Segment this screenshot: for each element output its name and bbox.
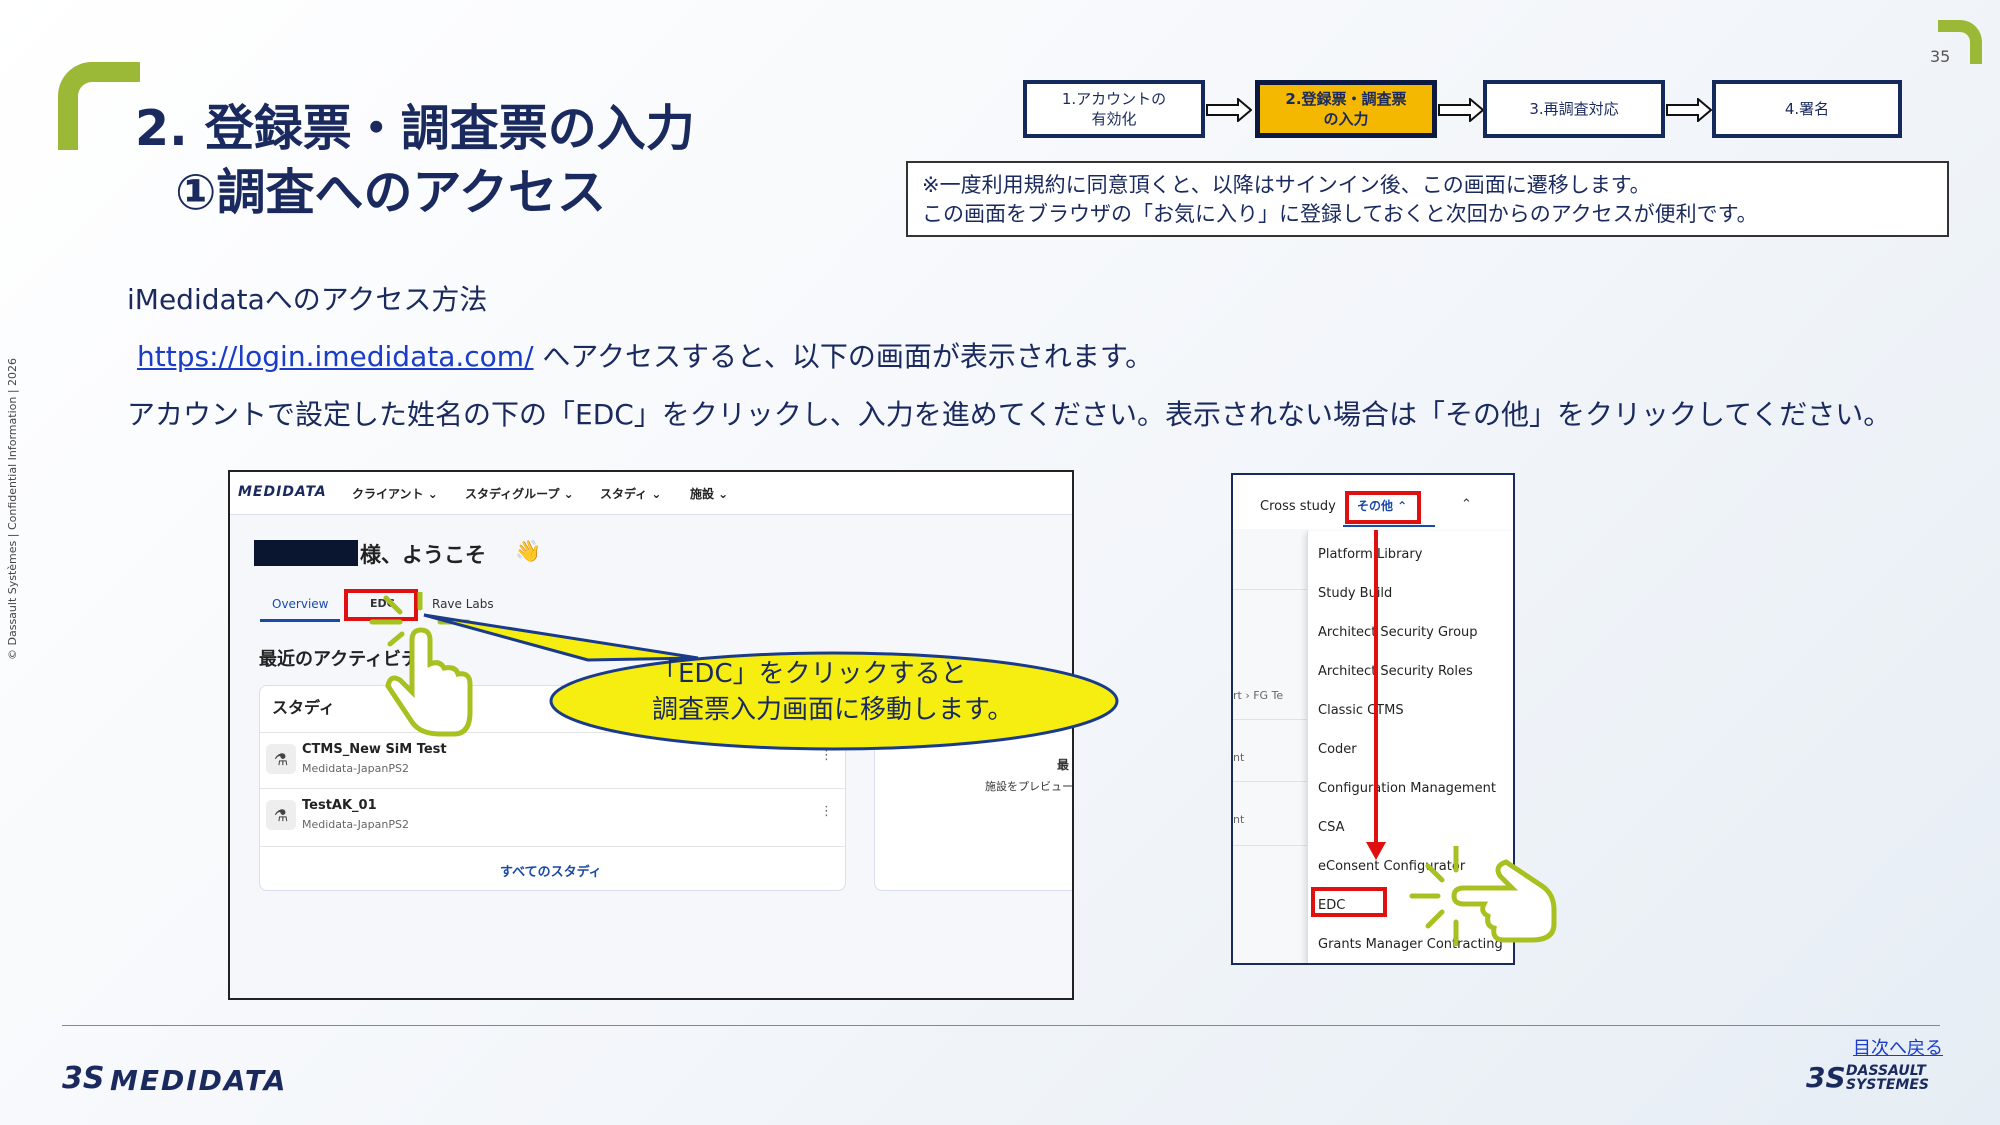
left-panel: rt › FG Te nt nt	[1233, 529, 1309, 963]
note-box: ※一度利用規約に同意頂くと、以降はサインイン後、この画面に遷移します。 この画面…	[906, 161, 1949, 237]
flow-arrow-1	[1206, 98, 1252, 122]
menu-item-csa[interactable]: CSA	[1318, 820, 1344, 835]
flow-arrow-3	[1666, 98, 1712, 122]
nav-site[interactable]: 施設 ⌄	[690, 485, 728, 502]
flask-icon: ⚗	[266, 744, 296, 774]
step-1-line2: 有効化	[1091, 110, 1137, 128]
other-tab[interactable]: その他 ⌃	[1357, 497, 1407, 514]
medidata-logo[interactable]: MEDIDATA	[238, 484, 327, 500]
dassault-line1: DASSAULT	[1846, 1063, 1926, 1079]
step-1-box: 1.アカウントの 有効化	[1023, 80, 1205, 138]
nav-study[interactable]: スタディ ⌄	[600, 485, 661, 502]
edc-menu-highlight	[1311, 887, 1387, 917]
redacted-name	[254, 540, 358, 566]
left-divider	[1233, 589, 1309, 590]
dassault-line2: SYSTEMES	[1846, 1077, 1929, 1093]
left-divider	[1233, 845, 1309, 846]
step-1-line1: 1.アカウントの	[1061, 90, 1167, 108]
footer-medidata-logo: MEDIDATA	[110, 1064, 288, 1097]
svg-text:3S: 3S	[62, 1061, 104, 1094]
menu-item-architect-security-roles[interactable]: Architect Security Roles	[1318, 664, 1473, 679]
footer-divider	[62, 1025, 1940, 1026]
all-studies-link[interactable]: すべてのスタディ	[500, 861, 602, 880]
step-2-line2: の入力	[1323, 110, 1369, 128]
study-card-title: スタディ	[272, 698, 335, 717]
left-divider	[1233, 719, 1309, 720]
step-2-line1: 2.登録票・調査票	[1285, 90, 1407, 108]
row-divider	[260, 788, 845, 789]
step-4-label: 4.署名	[1784, 100, 1830, 118]
access-heading: iMedidataへのアクセス方法	[127, 283, 488, 316]
menu-item-configuration-management[interactable]: Configuration Management	[1318, 781, 1496, 796]
menu-item-classic-ctms[interactable]: Classic CTMS	[1318, 703, 1404, 718]
left-fragment-2: nt	[1233, 751, 1245, 764]
access-link-paragraph: https://login.imedidata.com/ へアクセスすると、以下…	[137, 335, 1153, 375]
3ds-logo-mark: 3S	[62, 1061, 104, 1094]
tab-underline	[260, 619, 340, 622]
callout-line1: 「EDC」をクリックすると	[652, 659, 967, 689]
corner-bracket-top-left	[58, 62, 140, 150]
note-line2: この画面をブラウザの「お気に入り」に登録しておくと次回からのアクセスが便利です。	[922, 202, 1758, 226]
left-fragment-3: nt	[1233, 813, 1245, 826]
study-name-1[interactable]: CTMS_New SiM Test	[302, 742, 447, 757]
instruction-text: アカウントで設定した姓名の下の「EDC」をクリックし、入力を進めてください。表示…	[127, 398, 1892, 431]
page-number: 35	[1930, 47, 1951, 66]
cross-study-tab[interactable]: Cross study	[1260, 499, 1336, 514]
nav-client[interactable]: クライアント ⌄	[352, 485, 438, 502]
study-sub-1: Medidata-JapanPS2	[302, 762, 409, 775]
welcome-text: 様、ようこそ	[360, 543, 486, 567]
imedidata-login-link[interactable]: https://login.imedidata.com/	[137, 340, 534, 373]
pointing-hand-left-icon	[1409, 846, 1557, 946]
top-nav: MEDIDATA クライアント ⌄ スタディグループ ⌄ スタディ ⌄ 施設 ⌄	[230, 472, 1072, 515]
more-menu-icon[interactable]: ⋮	[820, 804, 833, 819]
svg-text:3S: 3S	[1806, 1061, 1846, 1093]
callout-text: 「EDC」をクリックすると 調査票入力画面に移動します。	[652, 656, 1013, 728]
confidential-side-text: © Dassault Systèmes | Confidential Infor…	[6, 357, 19, 660]
nav-study-group[interactable]: スタディグループ ⌄	[465, 485, 574, 502]
dassault-logo-mark: 3S	[1806, 1061, 1846, 1093]
back-to-toc-link[interactable]: 目次へ戻る	[1853, 1034, 1943, 1060]
other-tab-underline	[1343, 525, 1435, 527]
tab-overview[interactable]: Overview	[272, 597, 329, 611]
page-subtitle: ①調査へのアクセス	[175, 164, 607, 221]
step-2-box-active: 2.登録票・調査票 の入力	[1255, 80, 1437, 138]
flow-arrow-2	[1438, 98, 1484, 122]
wave-icon: 👋	[515, 539, 542, 563]
right-card-text: 施設をプレビュー	[985, 780, 1073, 793]
left-divider	[1233, 781, 1309, 782]
step-3-box: 3.再調査対応	[1483, 80, 1665, 138]
step-4-box: 4.署名	[1712, 80, 1902, 138]
red-down-arrow	[1366, 530, 1386, 860]
dassault-logo-text: DASSAULT SYSTEMES	[1846, 1064, 1929, 1092]
menu-item-coder[interactable]: Coder	[1318, 742, 1357, 757]
home-body: 様、ようこそ 👋 Overview EDC Rave Labs 最近のアクティビ…	[230, 515, 1073, 998]
caret-up-icon[interactable]: ⌃	[1461, 497, 1472, 512]
right-card-heading: 最	[1057, 758, 1070, 772]
menu-item-architect-security-group[interactable]: Architect Security Group	[1318, 625, 1478, 640]
left-fragment-1: rt › FG Te	[1233, 689, 1284, 702]
flask-icon: ⚗	[266, 800, 296, 830]
row-divider	[260, 846, 845, 847]
page-title: 2. 登録票・調査票の入力	[135, 100, 695, 157]
study-sub-2: Medidata-JapanPS2	[302, 818, 409, 831]
note-line1: ※一度利用規約に同意頂くと、以降はサインイン後、この画面に遷移します。	[922, 173, 1651, 197]
access-link-suffix: へアクセスすると、以下の画面が表示されます。	[533, 340, 1154, 373]
callout-line2: 調査票入力画面に移動します。	[652, 695, 1014, 725]
step-3-label: 3.再調査対応	[1529, 100, 1619, 118]
study-name-2[interactable]: TestAK_01	[302, 798, 377, 813]
pointing-hand-icon	[369, 592, 473, 737]
